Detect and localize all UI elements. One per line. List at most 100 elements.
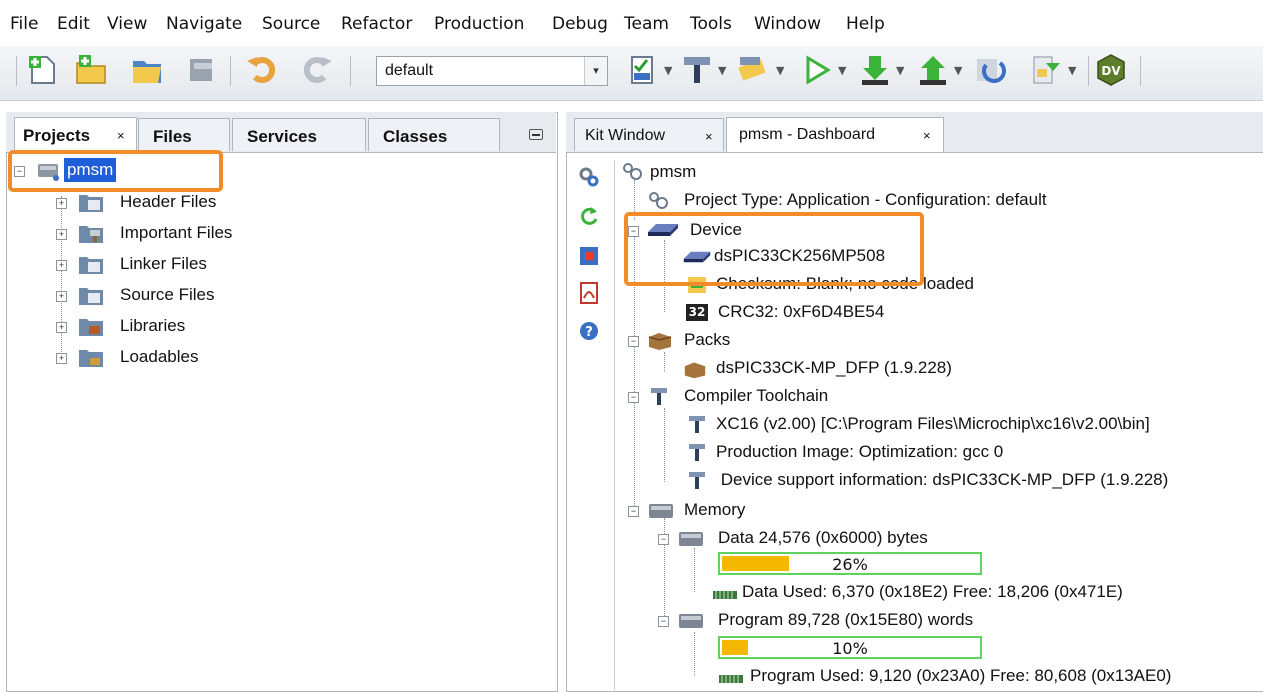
close-icon[interactable]: × xyxy=(117,128,125,143)
memory-icon xyxy=(649,504,673,518)
hammer-icon xyxy=(651,388,667,405)
pdf-icon[interactable] xyxy=(578,282,600,304)
expand-icon[interactable]: + xyxy=(56,229,67,240)
tab-kit-window[interactable]: Kit Window × xyxy=(574,118,724,151)
menu-tools[interactable]: Tools xyxy=(690,14,732,34)
chevron-down-icon[interactable]: ▼ xyxy=(718,64,726,77)
redo-icon[interactable] xyxy=(300,53,334,87)
highlight-project xyxy=(8,150,223,192)
run-icon[interactable] xyxy=(800,53,834,87)
compiler-label: Compiler Toolchain xyxy=(684,386,829,405)
collapse-icon[interactable]: − xyxy=(628,506,639,517)
tab-services[interactable]: Services xyxy=(232,118,366,151)
pack-row[interactable]: dsPIC33CK-MP_DFP (1.9.228) xyxy=(682,356,1002,382)
menu-navigate[interactable]: Navigate xyxy=(166,14,242,34)
memory-icon xyxy=(679,614,703,628)
tree-item-source-files[interactable]: + Source Files xyxy=(56,283,356,309)
tree-guide xyxy=(664,352,665,372)
refresh-icon[interactable] xyxy=(974,53,1008,87)
tree-item-loadables[interactable]: + Loadables xyxy=(56,345,356,371)
stepping-icon[interactable] xyxy=(1030,53,1064,87)
tab-files[interactable]: Files xyxy=(138,118,230,151)
menu-window[interactable]: Window xyxy=(754,14,821,34)
compiler-item-text: XC16 (v2.00) [C:\Program Files\Microchip… xyxy=(716,414,1150,433)
undo-icon[interactable] xyxy=(245,53,279,87)
memory-chip-icon xyxy=(719,675,743,683)
menu-team[interactable]: Team xyxy=(624,14,669,34)
tree-item-header-files[interactable]: + Header Files xyxy=(56,190,356,216)
menu-refactor[interactable]: Refactor xyxy=(341,14,412,34)
tab-classes[interactable]: Classes xyxy=(368,118,500,151)
chevron-down-icon[interactable]: ▼ xyxy=(896,64,904,77)
svg-text:?: ? xyxy=(585,325,593,340)
program-usage-percent: 10% xyxy=(832,639,868,658)
help-icon[interactable]: ? xyxy=(578,320,600,342)
crc-row[interactable]: 32 CRC32: 0xF6D4BE54 xyxy=(686,300,986,326)
tab-projects[interactable]: Projects × xyxy=(14,117,137,152)
pack-text: dsPIC33CK-MP_DFP (1.9.228) xyxy=(716,358,952,377)
close-project-icon[interactable] xyxy=(184,53,218,87)
menu-view[interactable]: View xyxy=(107,14,147,34)
clean-build-icon[interactable] xyxy=(680,53,714,87)
new-project-icon[interactable] xyxy=(74,53,108,87)
tree-item-important-files[interactable]: + Important Files xyxy=(56,221,356,247)
menu-help[interactable]: Help xyxy=(846,14,885,34)
configuration-value: default xyxy=(385,62,434,79)
tab-pmsm-dashboard[interactable]: pmsm - Dashboard × xyxy=(726,117,944,152)
new-file-icon[interactable] xyxy=(26,53,60,87)
packs-node[interactable]: − Packs xyxy=(628,328,828,354)
tree-item-libraries[interactable]: + Libraries xyxy=(56,314,356,340)
menu-source[interactable]: Source xyxy=(262,14,320,34)
chevron-down-icon[interactable]: ▼ xyxy=(776,64,784,77)
configuration-select[interactable]: default ▾ xyxy=(376,56,608,86)
chevron-down-icon[interactable]: ▾ xyxy=(584,57,607,85)
data-memory-node[interactable]: − Data 24,576 (0x6000) bytes xyxy=(658,526,978,552)
folder-icon xyxy=(79,288,103,305)
program-used-row[interactable]: Program Used: 9,120 (0x23A0) Free: 80,60… xyxy=(718,664,1258,690)
collapse-icon[interactable]: − xyxy=(658,616,669,627)
expand-icon[interactable]: + xyxy=(56,322,67,333)
collapse-icon[interactable]: − xyxy=(658,534,669,545)
compiler-item-text: Device support information: dsPIC33CK-MP… xyxy=(716,470,1169,489)
collapse-icon[interactable]: − xyxy=(628,392,639,403)
dashboard-root[interactable]: pmsm xyxy=(622,160,822,186)
menu-edit[interactable]: Edit xyxy=(57,14,90,34)
compiler-item-row[interactable]: XC16 (v2.00) [C:\Program Files\Microchip… xyxy=(686,412,1246,438)
tree-item-linker-files[interactable]: + Linker Files xyxy=(56,252,356,278)
expand-icon[interactable]: + xyxy=(56,291,67,302)
data-used-row[interactable]: Data Used: 6,370 (0x18E2) Free: 18,206 (… xyxy=(712,580,1192,606)
close-icon[interactable]: × xyxy=(705,129,713,144)
expand-icon[interactable]: + xyxy=(56,260,67,271)
project-properties-icon[interactable] xyxy=(626,53,660,87)
chevron-down-icon[interactable]: ▼ xyxy=(1068,64,1076,77)
project-properties-icon[interactable] xyxy=(578,166,600,188)
compiler-node[interactable]: − Compiler Toolchain xyxy=(628,384,928,410)
memory-node[interactable]: − Memory xyxy=(628,498,828,524)
highlight-device xyxy=(624,212,924,286)
hammer-icon xyxy=(689,416,705,433)
minimize-icon[interactable] xyxy=(529,129,543,140)
dv-icon[interactable]: DV xyxy=(1094,53,1128,87)
build-icon[interactable] xyxy=(736,53,770,87)
expand-icon[interactable]: + xyxy=(56,198,67,209)
memory-view-icon[interactable] xyxy=(578,245,600,267)
refresh-icon[interactable] xyxy=(578,205,600,227)
expand-icon[interactable]: + xyxy=(56,353,67,364)
collapse-icon[interactable]: − xyxy=(628,336,639,347)
hammer-icon xyxy=(689,444,705,461)
make-program-icon[interactable] xyxy=(858,53,892,87)
read-device-icon[interactable] xyxy=(916,53,950,87)
open-project-icon[interactable] xyxy=(130,53,164,87)
menu-debug[interactable]: Debug xyxy=(552,14,608,34)
chevron-down-icon[interactable]: ▼ xyxy=(954,64,962,77)
chevron-down-icon[interactable]: ▼ xyxy=(664,64,672,77)
sidebar-divider xyxy=(614,160,615,690)
close-icon[interactable]: × xyxy=(923,128,931,143)
menu-file[interactable]: File xyxy=(10,14,38,34)
menu-production[interactable]: Production xyxy=(434,14,524,34)
compiler-item-row[interactable]: Production Image: Optimization: gcc 0 xyxy=(686,440,1086,466)
compiler-item-row[interactable]: Device support information: dsPIC33CK-MP… xyxy=(686,468,1256,494)
chevron-down-icon[interactable]: ▼ xyxy=(838,64,846,77)
project-type-row[interactable]: Project Type: Application - Configuratio… xyxy=(648,188,1148,214)
program-memory-node[interactable]: − Program 89,728 (0x15E80) words xyxy=(658,608,1018,634)
